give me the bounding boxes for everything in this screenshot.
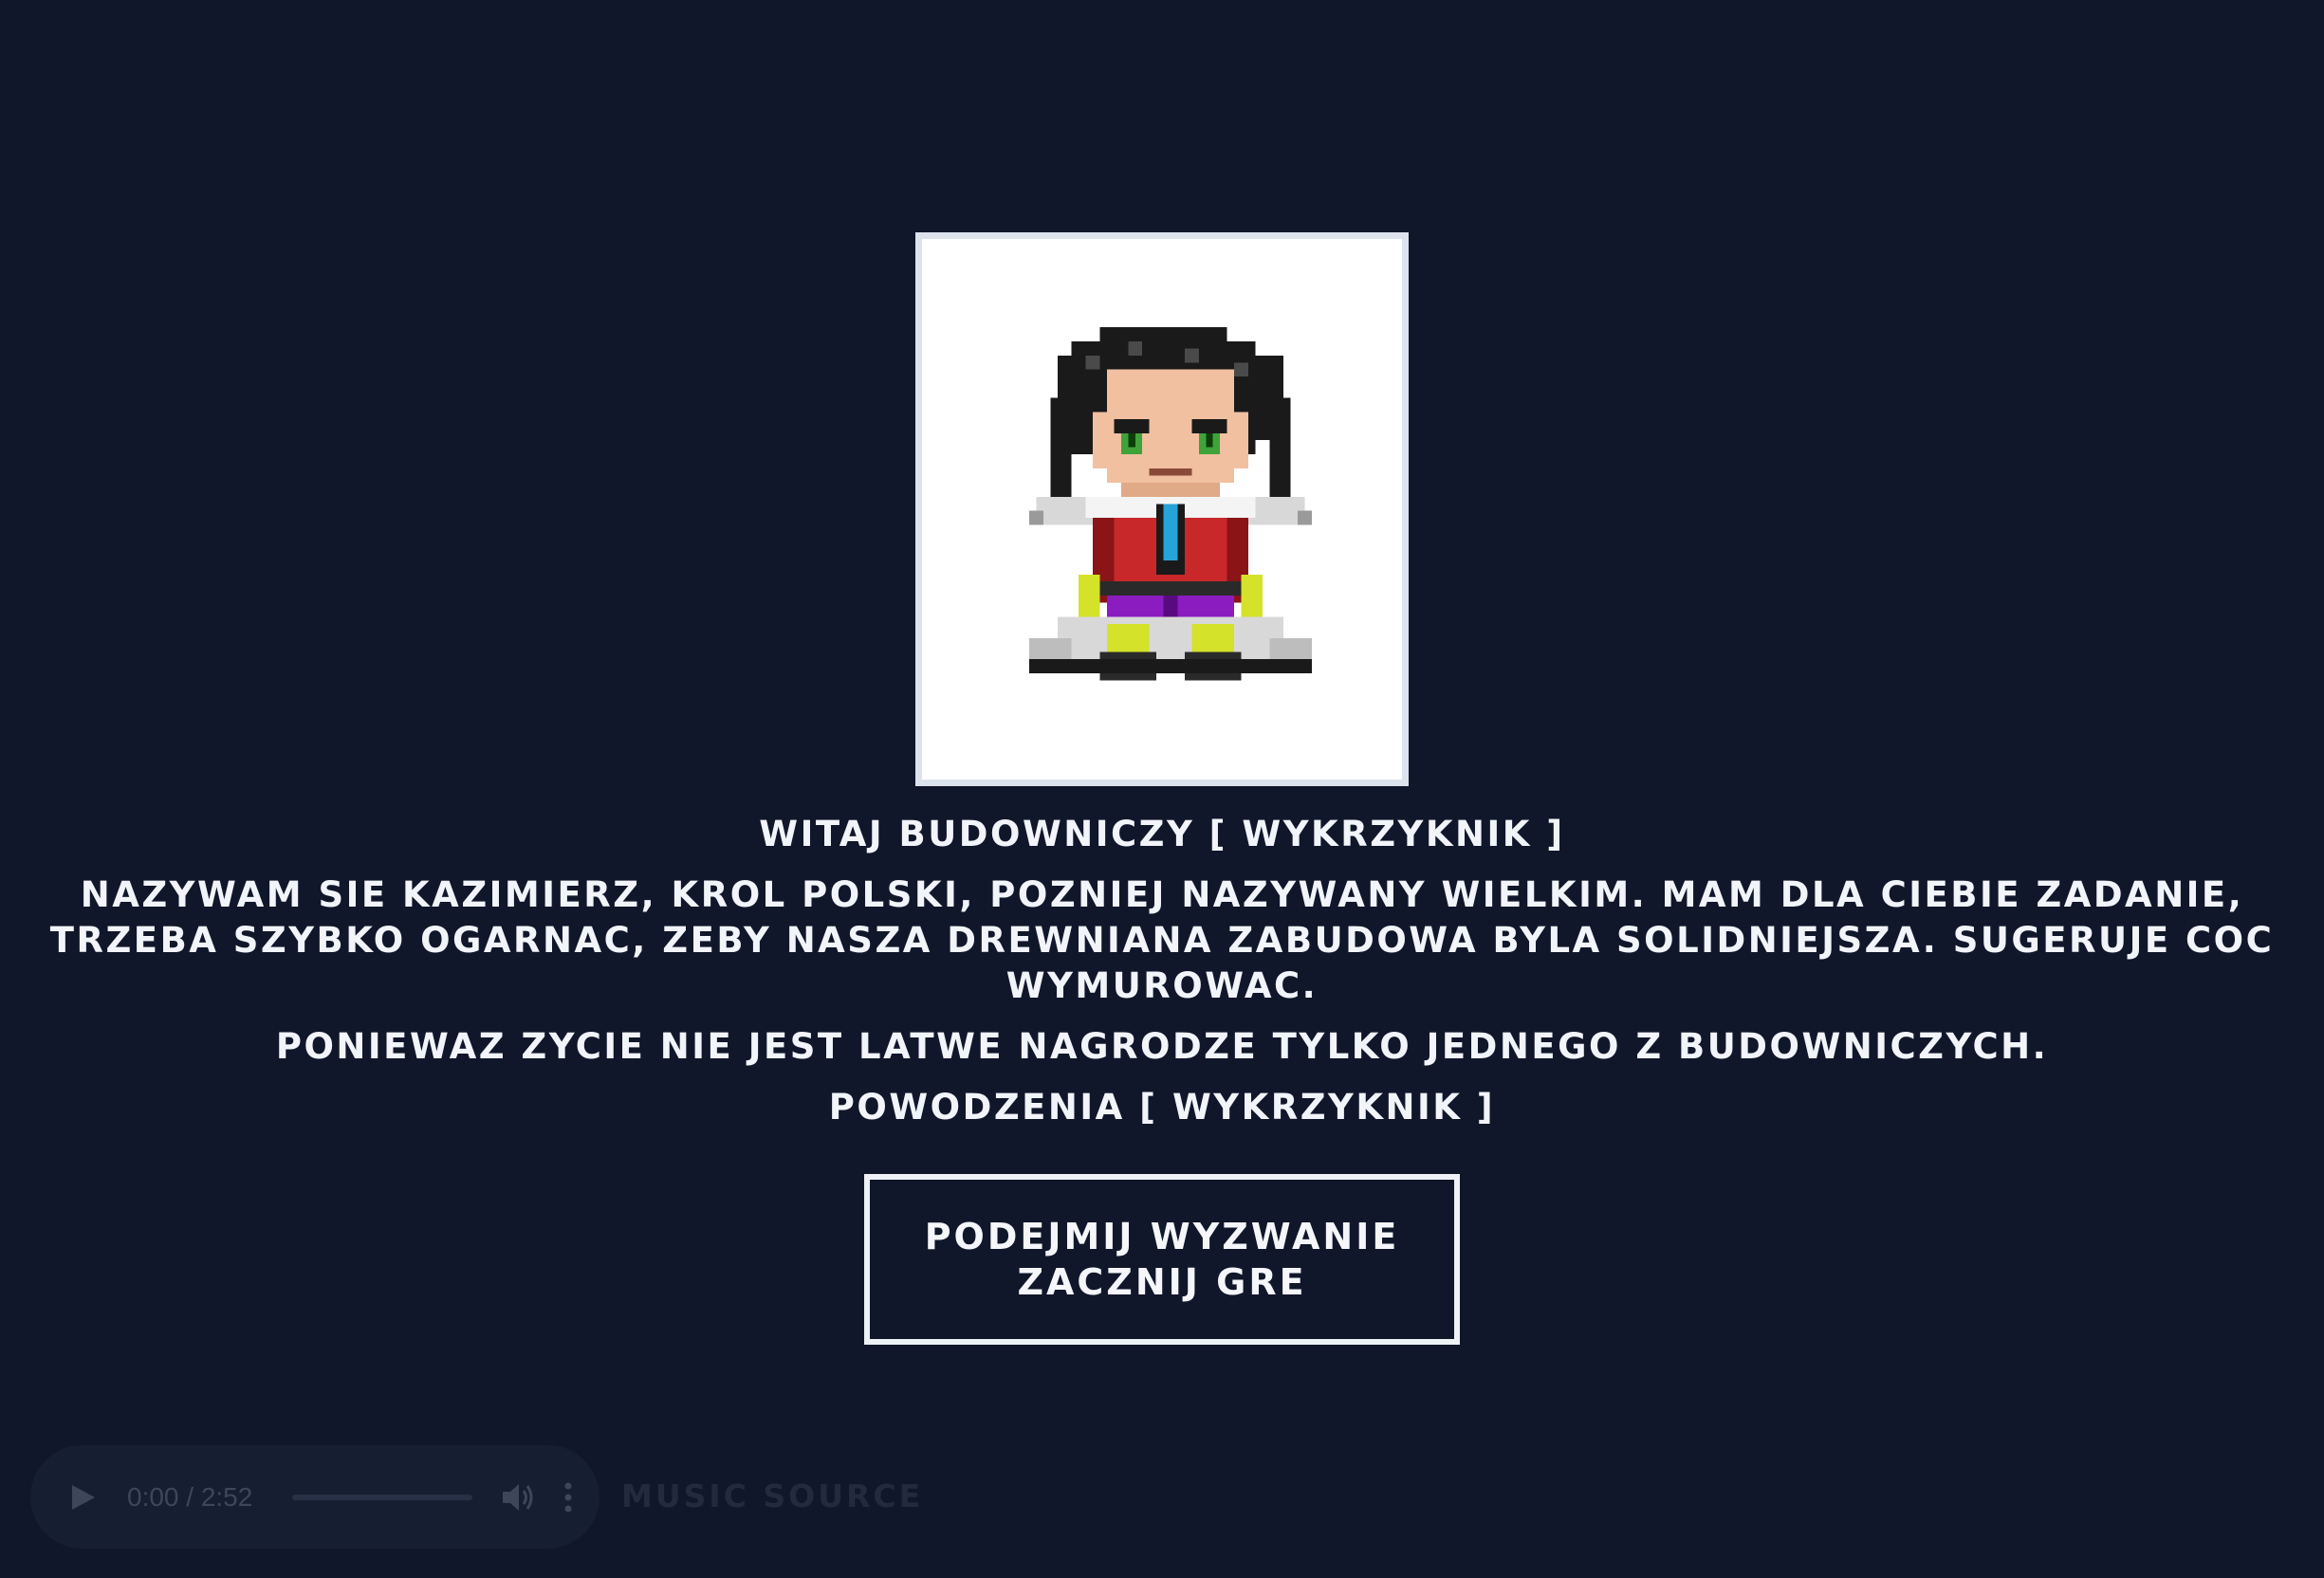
- greeting-text: WITAJ BUDOWNICZY [ WYKRZYKNIK ]: [759, 814, 1565, 854]
- king-kazimierz-sprite: [1029, 327, 1312, 681]
- character-portrait: [915, 232, 1409, 786]
- game-intro-screen: WITAJ BUDOWNICZY [ WYKRZYKNIK ] NAZYWAM …: [0, 0, 2324, 1578]
- playback-progress-bar[interactable]: [292, 1494, 473, 1500]
- music-source-link[interactable]: MUSIC SOURCE: [621, 1476, 923, 1517]
- volume-icon[interactable]: [501, 1481, 535, 1514]
- reward-text: PONIEWAZ ZYCIE NIE JEST LATWE NAGRODZE T…: [275, 1026, 2049, 1067]
- good-luck-text: POWODZENIA [ WYKRZYKNIK ]: [828, 1087, 1496, 1128]
- start-button-line-1: PODEJMIJ WYZWANIE: [924, 1216, 1400, 1257]
- audio-player: 0:00 / 2:52: [30, 1445, 599, 1549]
- king-introduction-text: NAZYWAM SIE KAZIMIERZ, KROL POLSKI, POZN…: [49, 874, 2275, 1006]
- start-game-button[interactable]: PODEJMIJ WYZWANIE ZACZNIJ GRE: [864, 1174, 1460, 1345]
- play-icon[interactable]: [70, 1483, 97, 1512]
- playback-time: 0:00 / 2:52: [127, 1481, 253, 1512]
- more-vertical-icon[interactable]: [563, 1482, 573, 1513]
- start-button-line-2: ZACZNIJ GRE: [1017, 1261, 1307, 1303]
